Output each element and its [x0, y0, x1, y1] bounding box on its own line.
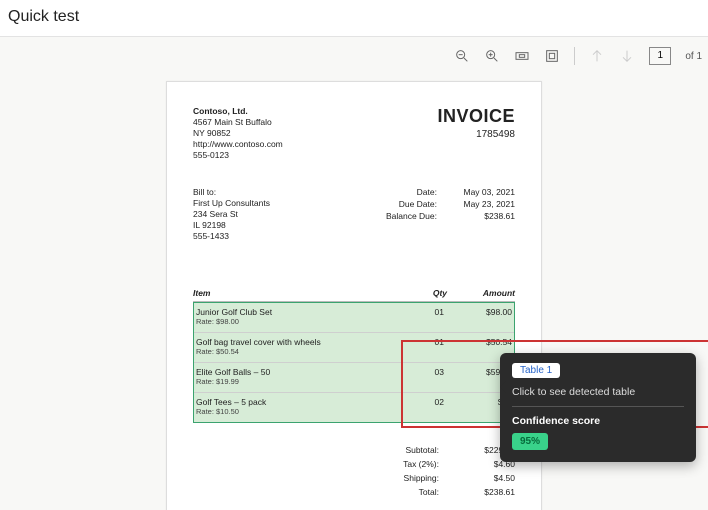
fit-width-icon[interactable]: [514, 48, 530, 64]
toolbar-separator: [574, 47, 575, 65]
invoice-dates: Date:May 03, 2021 Due Date:May 23, 2021 …: [367, 187, 515, 242]
viewer-toolbar: 1 of 1: [454, 41, 702, 71]
page-of-label: of 1: [685, 51, 702, 62]
table-header-row: Item Qty Amount: [193, 288, 515, 302]
page-title: Quick test: [0, 0, 708, 36]
line-items-table[interactable]: Item Qty Amount Junior Golf Club SetRate…: [193, 288, 515, 423]
zoom-in-icon[interactable]: [484, 48, 500, 64]
table-badge[interactable]: Table 1: [512, 363, 560, 378]
tooltip-divider: [512, 406, 684, 407]
table-row: Golf bag travel cover with wheelsRate: $…: [194, 333, 514, 363]
detected-table-highlight[interactable]: Junior Golf Club SetRate: $98.00 01 $98.…: [193, 302, 515, 423]
zoom-out-icon[interactable]: [454, 48, 470, 64]
confidence-label: Confidence score: [512, 415, 684, 427]
bill-to-block: Bill to: First Up Consultants 234 Sera S…: [193, 187, 270, 242]
invoice-title: INVOICE: [437, 106, 515, 127]
prev-page-icon[interactable]: [589, 48, 605, 64]
page-number-input[interactable]: 1: [649, 47, 671, 65]
fit-page-icon[interactable]: [544, 48, 560, 64]
table-row: Golf Tees – 5 packRate: $10.50 02 $21: [194, 393, 514, 422]
table-row: Junior Golf Club SetRate: $98.00 01 $98.…: [194, 303, 514, 333]
tooltip-hint: Click to see detected table: [512, 386, 684, 398]
invoice-document: Contoso, Ltd. 4567 Main St Buffalo NY 90…: [166, 81, 542, 510]
invoice-number: 1785498: [437, 129, 515, 140]
next-page-icon[interactable]: [619, 48, 635, 64]
confidence-badge: 95%: [512, 433, 548, 450]
viewer-area: 1 of 1 Contoso, Ltd. 4567 Main St Buffal…: [0, 36, 708, 510]
totals-block: Subtotal:$229.51 Tax (2%):$4.60 Shipping…: [193, 445, 515, 497]
detection-tooltip[interactable]: Table 1 Click to see detected table Conf…: [500, 353, 696, 462]
table-row: Elite Golf Balls – 50Rate: $19.99 03 $59…: [194, 363, 514, 393]
from-address: Contoso, Ltd. 4567 Main St Buffalo NY 90…: [193, 106, 283, 161]
